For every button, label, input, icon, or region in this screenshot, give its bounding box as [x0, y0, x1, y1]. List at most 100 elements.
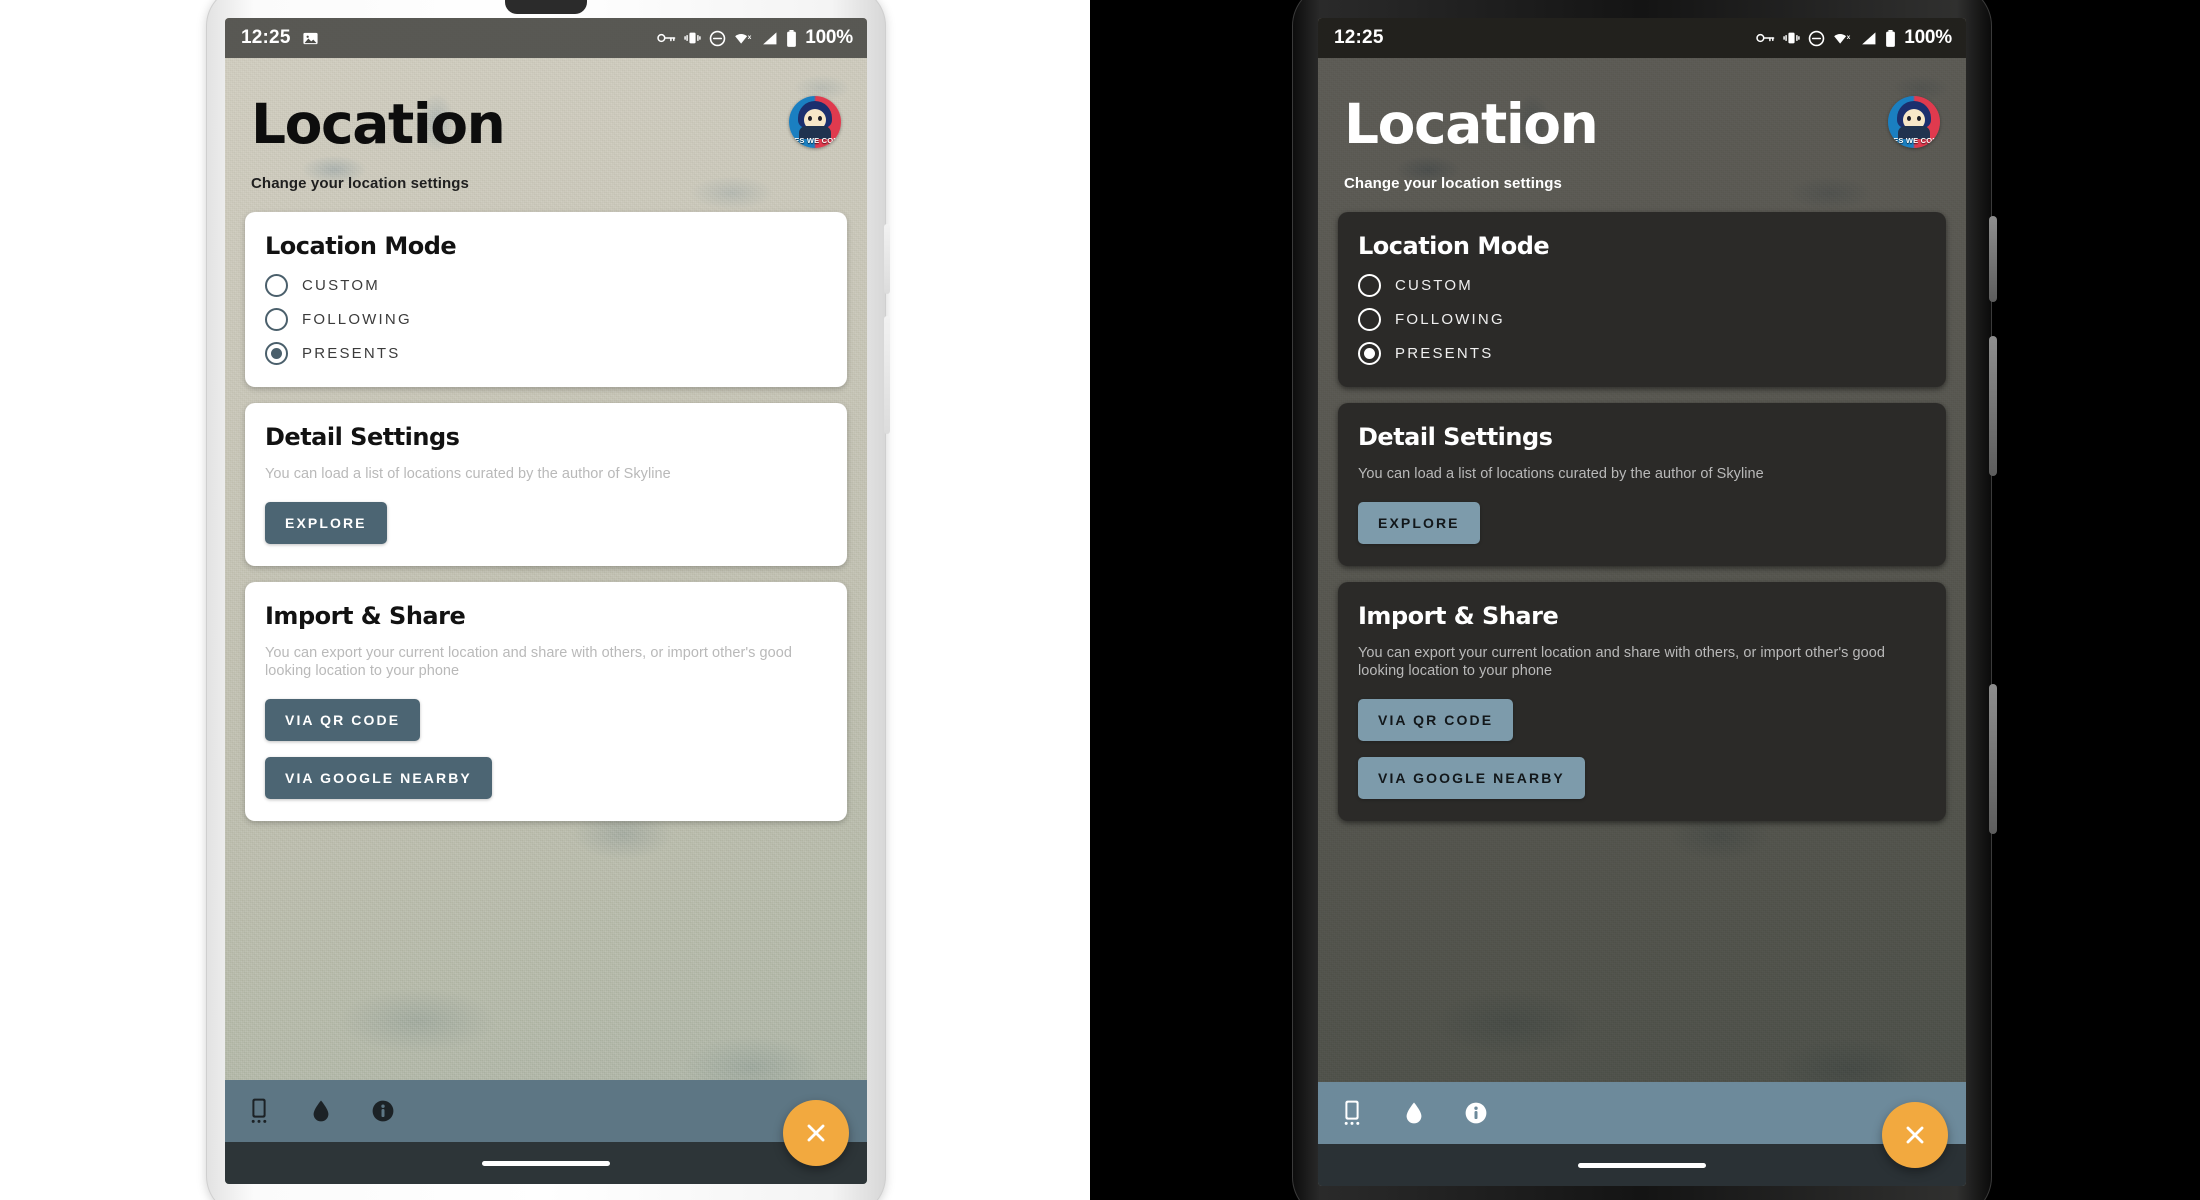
- signal-icon: [761, 31, 778, 46]
- vibrate-icon: [684, 30, 701, 46]
- import-share-buttons: VIA QR CODE VIA GOOGLE NEARBY: [265, 698, 827, 799]
- battery-percent: 100%: [805, 27, 853, 48]
- info-icon[interactable]: [1462, 1099, 1490, 1127]
- bottom-area: [225, 1080, 867, 1184]
- radio-icon-selected: [1358, 342, 1381, 366]
- close-fab[interactable]: [1882, 1102, 1948, 1168]
- cards-container-dark: Location Mode CUSTOM FOLLOWING PRESENTS …: [1318, 192, 1966, 821]
- avatar-eye-left: [808, 116, 812, 121]
- card-description-detail-settings: You can load a list of locations curated…: [265, 466, 671, 483]
- card-title-location-mode: Location Mode: [1358, 232, 1550, 261]
- radio-option-presents[interactable]: PRESENTS: [265, 342, 827, 366]
- extra-button-dark[interactable]: [1989, 684, 1997, 834]
- radio-icon-selected: [265, 342, 288, 366]
- screen-dark: 12:25 x 100% Location YES WE CODE Change…: [1318, 18, 1966, 1186]
- image-icon: [302, 30, 319, 47]
- card-import-share: Import & Share You can export your curre…: [245, 581, 847, 821]
- radio-option-presents[interactable]: PRESENTS: [1358, 342, 1926, 366]
- explore-button[interactable]: EXPLORE: [265, 501, 387, 544]
- page-title: Location: [251, 92, 506, 156]
- radio-icon: [1358, 274, 1381, 298]
- avatar-caption: YES WE CODE: [1888, 136, 1940, 145]
- do-not-disturb-icon: [709, 30, 726, 47]
- card-description-detail-settings: You can load a list of locations curated…: [1358, 466, 1764, 483]
- vibrate-icon: [1783, 30, 1800, 46]
- avatar[interactable]: YES WE CODE: [1888, 96, 1940, 148]
- device-icon[interactable]: [1338, 1099, 1366, 1127]
- phone-dark-mode: 12:25 x 100% Location YES WE CODE Change…: [1292, 0, 1997, 1200]
- battery-icon: [786, 29, 797, 47]
- power-button-dark[interactable]: [1989, 216, 1997, 302]
- card-title-import-share: Import & Share: [1358, 601, 1559, 630]
- info-icon[interactable]: [369, 1097, 397, 1125]
- radio-option-custom[interactable]: CUSTOM: [1358, 274, 1926, 298]
- card-detail-settings: Detail Settings You can load a list of l…: [1338, 403, 1946, 566]
- via-qr-code-button[interactable]: VIA QR CODE: [265, 698, 421, 741]
- radio-option-following[interactable]: FOLLOWING: [265, 308, 827, 332]
- gesture-pill[interactable]: [482, 1160, 610, 1166]
- status-bar: 12:25 x 100%: [225, 18, 867, 58]
- cards-container: Location Mode CUSTOM FOLLOWING PRESENTS …: [225, 192, 867, 821]
- radio-group-location-mode: CUSTOM FOLLOWING PRESENTS: [265, 274, 827, 366]
- card-location-mode: Location Mode CUSTOM FOLLOWING PRESENTS: [245, 212, 847, 388]
- battery-percent: 100%: [1904, 27, 1952, 48]
- radio-option-custom[interactable]: CUSTOM: [265, 274, 827, 298]
- card-import-share: Import & Share You can export your curre…: [1338, 581, 1946, 821]
- via-qr-code-button[interactable]: VIA QR CODE: [1358, 698, 1514, 741]
- power-button[interactable]: [884, 224, 890, 294]
- phone-light-mode: 12:25 x 100% Location YES WE CODE Change…: [206, 0, 890, 1200]
- radio-label: FOLLOWING: [302, 311, 412, 329]
- explore-button[interactable]: EXPLORE: [1358, 501, 1480, 544]
- gesture-nav-bar: [1318, 1144, 1966, 1186]
- radio-label: FOLLOWING: [1395, 311, 1505, 329]
- status-clock: 12:25: [1334, 27, 1384, 48]
- import-share-buttons: VIA QR CODE VIA GOOGLE NEARBY: [1358, 698, 1926, 799]
- card-title-detail-settings: Detail Settings: [1358, 423, 1553, 452]
- card-title-location-mode: Location Mode: [265, 232, 457, 261]
- avatar[interactable]: YES WE CODE: [789, 96, 841, 148]
- wifi-off-icon: x: [734, 31, 753, 46]
- via-google-nearby-button[interactable]: VIA GOOGLE NEARBY: [265, 756, 492, 799]
- status-bar-dark: 12:25 x 100%: [1318, 18, 1966, 58]
- water-drop-icon[interactable]: [307, 1097, 335, 1125]
- svg-text:x: x: [748, 33, 752, 40]
- signal-icon: [1860, 31, 1877, 46]
- header: Location YES WE CODE Change your locatio…: [225, 58, 867, 192]
- page-title: Location: [1344, 92, 1599, 156]
- key-icon: [657, 31, 676, 45]
- radio-label: PRESENTS: [1395, 345, 1494, 363]
- screen-content-dark: Location YES WE CODE Change your locatio…: [1318, 58, 1966, 1186]
- water-drop-icon[interactable]: [1400, 1099, 1428, 1127]
- avatar-eye-left: [1907, 116, 1911, 121]
- screenshot-root: 12:25 x 100% Location YES WE CODE Change…: [0, 0, 2200, 1200]
- bottom-area-dark: [1318, 1082, 1966, 1186]
- avatar-eye-right: [1917, 116, 1921, 121]
- status-clock: 12:25: [241, 27, 291, 48]
- volume-button[interactable]: [884, 316, 890, 434]
- header-dark: Location YES WE CODE Change your locatio…: [1318, 58, 1966, 192]
- via-google-nearby-button[interactable]: VIA GOOGLE NEARBY: [1358, 756, 1585, 799]
- card-title-import-share: Import & Share: [265, 601, 466, 630]
- page-subtitle: Change your location settings: [1344, 175, 1562, 193]
- radio-group-location-mode: CUSTOM FOLLOWING PRESENTS: [1358, 274, 1926, 366]
- radio-option-following[interactable]: FOLLOWING: [1358, 308, 1926, 332]
- key-icon: [1756, 31, 1775, 45]
- volume-button-dark[interactable]: [1989, 336, 1997, 476]
- screen-light: 12:25 x 100% Location YES WE CODE Change…: [225, 18, 867, 1184]
- dark-backdrop: [1090, 0, 1320, 1200]
- gesture-pill[interactable]: [1578, 1162, 1706, 1168]
- device-icon[interactable]: [245, 1097, 273, 1125]
- do-not-disturb-icon: [1808, 30, 1825, 47]
- radio-icon: [1358, 308, 1381, 332]
- card-title-detail-settings: Detail Settings: [265, 423, 460, 452]
- bottom-nav-bar: [1318, 1082, 1966, 1144]
- bottom-nav-bar: [225, 1080, 867, 1142]
- close-fab[interactable]: [783, 1100, 849, 1166]
- gesture-nav-bar: [225, 1142, 867, 1184]
- radio-label: PRESENTS: [302, 345, 401, 363]
- avatar-caption: YES WE CODE: [789, 136, 841, 145]
- radio-icon: [265, 308, 288, 332]
- earpiece-notch: [505, 0, 587, 14]
- avatar-eye-right: [818, 116, 822, 121]
- radio-icon: [265, 274, 288, 298]
